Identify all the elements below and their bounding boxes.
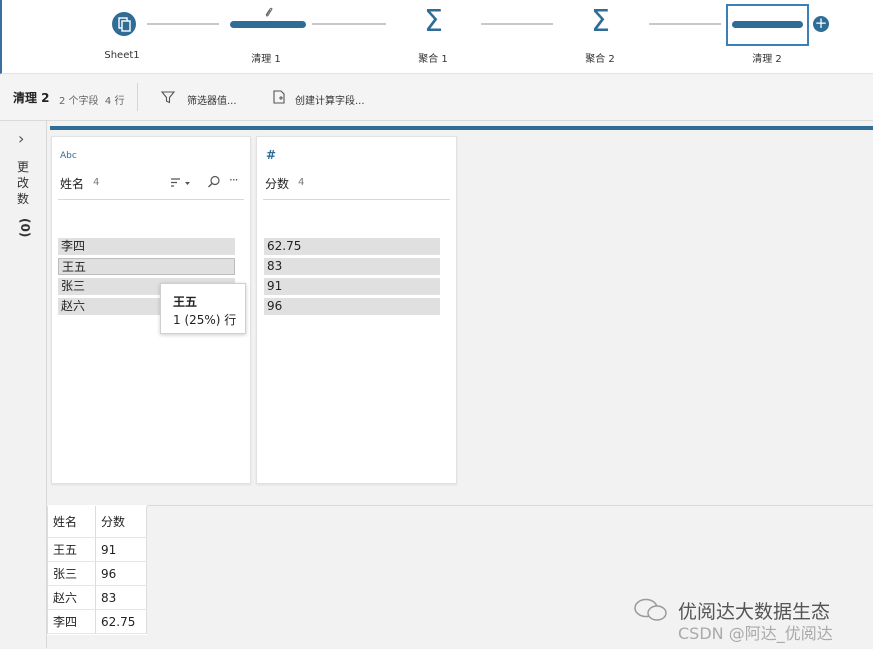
paperclip-icon (265, 7, 273, 17)
changes-panel: › 更改数 (0) (0, 121, 47, 648)
number-type-icon[interactable]: # (266, 148, 276, 162)
sheet-icon (118, 17, 131, 32)
sort-icon[interactable] (171, 177, 191, 189)
table-cell[interactable]: 张三 (47, 562, 96, 586)
create-calc-button[interactable]: 创建计算字段... (271, 87, 371, 109)
tooltip-detail: 1 (25%) 行 (173, 313, 237, 327)
flow-node-clean-2-selected[interactable] (726, 4, 809, 46)
step-meta: 2 个字段 4 行 (59, 96, 125, 107)
changes-count: (0) (18, 218, 32, 238)
value-bar-hovered[interactable]: 王五 (58, 258, 235, 275)
flow-node-label: 清理 1 (251, 54, 281, 65)
calculation-icon (273, 90, 285, 104)
grid-header-name[interactable]: 姓名 (47, 506, 96, 538)
expand-chevron-icon[interactable]: › (18, 129, 24, 148)
flow-connector (312, 23, 386, 25)
value-bar[interactable]: 李四 (58, 238, 235, 255)
flow-pane: Sheet1 清理 1 Σ 聚合 1 Σ 聚合 2 + 清理 2 (0, 0, 873, 74)
more-options-icon[interactable]: ··· (229, 173, 239, 187)
calc-label: 创建计算字段... (295, 96, 365, 107)
step-name: 清理 2 (13, 91, 50, 105)
filter-button[interactable]: 筛选器值... (160, 87, 240, 109)
flow-connector (649, 23, 721, 25)
value-bar[interactable]: 62.75 (264, 238, 440, 255)
flow-node-label: 聚合 2 (585, 54, 615, 65)
flow-connector (481, 23, 553, 25)
filter-label: 筛选器值... (187, 96, 237, 107)
table-cell[interactable]: 李四 (47, 610, 96, 634)
flow-node-label: 聚合 1 (418, 54, 448, 65)
wechat-logo-icon (634, 598, 667, 621)
table-cell[interactable]: 62.75 (96, 610, 147, 634)
changes-label: 更改数 (17, 160, 30, 206)
table-cell[interactable]: 王五 (47, 538, 96, 562)
flow-node-label: Sheet1 (104, 50, 140, 61)
field-card-score[interactable]: # 分数 4 62.75 83 91 96 (256, 136, 457, 484)
flow-node-clean-1[interactable] (230, 21, 306, 28)
table-cell[interactable]: 96 (96, 562, 147, 586)
string-type-icon[interactable]: Abc (60, 151, 77, 161)
field-name[interactable]: 姓名 (60, 175, 84, 192)
table-cell[interactable]: 83 (96, 586, 147, 610)
field-name[interactable]: 分数 (265, 175, 289, 192)
divider (58, 199, 244, 200)
add-step-icon[interactable]: + (813, 16, 829, 32)
table-cell[interactable]: 91 (96, 538, 147, 562)
profile-header-bar (50, 126, 873, 130)
value-bar[interactable]: 91 (264, 278, 440, 295)
flow-node-input[interactable] (112, 12, 136, 36)
field-count: 4 (93, 177, 100, 188)
flow-node-label: 清理 2 (752, 54, 782, 65)
flow-connector (147, 23, 219, 25)
value-tooltip: 王五 1 (25%) 行 (160, 283, 246, 334)
value-bar[interactable]: 96 (264, 298, 440, 315)
divider (263, 199, 450, 200)
watermark-credit: CSDN @阿达_优阅达 (678, 624, 833, 643)
table-cell[interactable]: 赵六 (47, 586, 96, 610)
field-count: 4 (298, 177, 305, 188)
divider (137, 83, 138, 111)
filter-icon (160, 91, 176, 104)
search-icon[interactable] (207, 175, 221, 189)
sigma-icon[interactable]: Σ (591, 4, 610, 39)
sigma-icon[interactable]: Σ (424, 4, 443, 39)
value-bar[interactable]: 83 (264, 258, 440, 275)
grid-header-score[interactable]: 分数 (96, 506, 147, 538)
clean-step-bar (732, 21, 803, 28)
step-toolbar: 清理 2 2 个字段 4 行 筛选器值... 创建计算字段... (0, 75, 873, 121)
tooltip-title: 王五 (173, 295, 198, 309)
